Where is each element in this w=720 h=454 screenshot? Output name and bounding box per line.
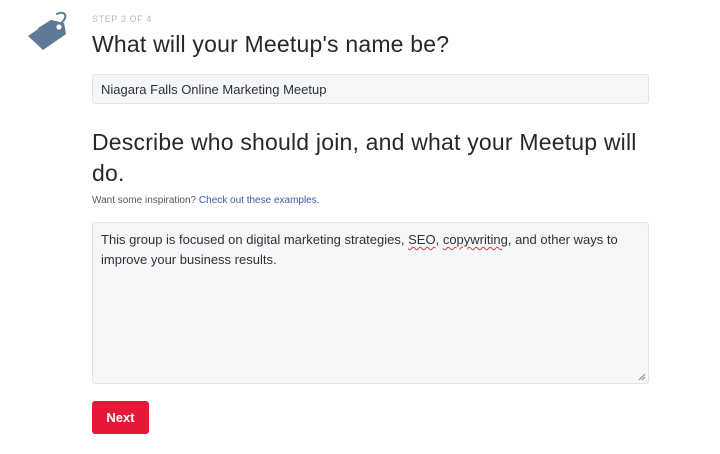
meetup-name-input[interactable] <box>92 74 649 104</box>
step-indicator: STEP 3 OF 4 <box>92 14 152 24</box>
inspiration-hint: Want some inspiration? Check out these e… <box>92 195 320 206</box>
examples-link[interactable]: Check out these examples. <box>199 195 320 206</box>
resize-handle[interactable] <box>638 373 646 381</box>
meetup-create-page: STEP 3 OF 4 What will your Meetup's name… <box>0 0 720 454</box>
price-tag-icon <box>28 11 67 50</box>
page-title: What will your Meetup's name be? <box>92 31 450 57</box>
description-heading: Describe who should join, and what your … <box>92 129 637 186</box>
misspelled-word-seo[interactable]: SEO <box>408 232 435 247</box>
description-textarea[interactable]: This group is focused on digital marketi… <box>92 222 649 384</box>
description-text: This group is focused on digital marketi… <box>101 232 618 267</box>
inspiration-text: Want some inspiration? <box>92 195 199 206</box>
misspelled-word-copywriting[interactable]: copywriting <box>443 232 508 247</box>
next-button[interactable]: Next <box>92 401 149 434</box>
